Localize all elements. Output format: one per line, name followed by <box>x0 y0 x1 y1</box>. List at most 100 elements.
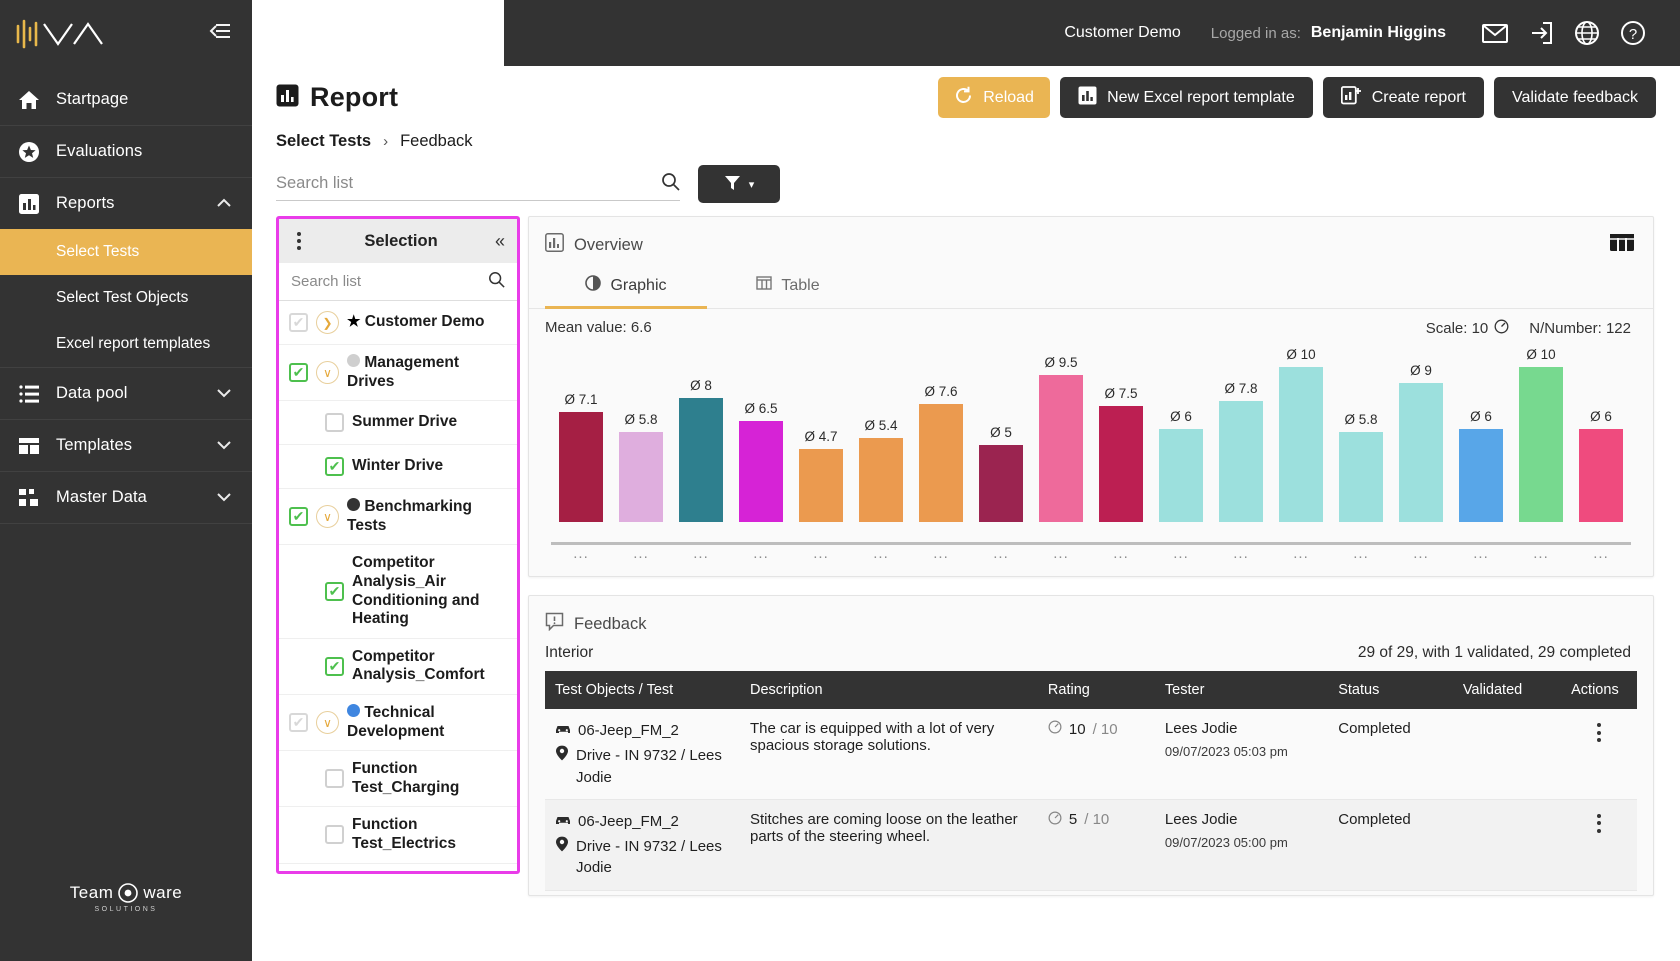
tree-item-checkbox[interactable] <box>325 769 344 789</box>
tree-item[interactable]: ✔ ∨ Benchmarking Tests <box>279 489 517 546</box>
sidebar-item-templates[interactable]: Templates <box>0 420 252 471</box>
chart-bar-column[interactable]: Ø 7.6 <box>911 342 971 522</box>
tree-item-checkbox[interactable]: ✔ <box>325 582 344 602</box>
selection-search-input[interactable] <box>291 273 471 290</box>
chart-bar[interactable] <box>1459 429 1503 522</box>
search-icon[interactable] <box>488 271 505 293</box>
create-report-button[interactable]: Create report <box>1322 77 1484 118</box>
tree-item-checkbox[interactable]: ✔ <box>325 656 344 676</box>
chart-bar[interactable] <box>1579 429 1623 522</box>
sidebar-item-startpage[interactable]: Startpage <box>0 74 252 125</box>
sidebar-item-master-data[interactable]: Master Data <box>0 472 252 523</box>
chart-bar-column[interactable]: Ø 7.1 <box>551 342 611 522</box>
validate-feedback-button[interactable]: Validate feedback <box>1493 77 1656 118</box>
sidebar-item-evaluations[interactable]: Evaluations <box>0 126 252 177</box>
tree-item[interactable]: ✔ ∨ Technical Development <box>279 695 517 752</box>
chart-bar-column[interactable]: Ø 7.5 <box>1091 342 1151 522</box>
table-row[interactable]: 06-Jeep_FM_2Drive - IN 9732 / Lees Jodie… <box>545 799 1637 891</box>
chart-bar[interactable] <box>1279 367 1323 522</box>
search-icon[interactable] <box>661 172 680 196</box>
chart-bar[interactable] <box>1219 401 1263 522</box>
chart-bar[interactable] <box>1339 432 1383 522</box>
chart-bar-column[interactable]: Ø 6.5 <box>731 342 791 522</box>
chart-bar[interactable] <box>1099 405 1143 522</box>
search-box[interactable] <box>276 167 680 201</box>
tester-name: Lees Jodie <box>1164 720 1238 737</box>
chart-bar-column[interactable]: Ø 6 <box>1571 342 1631 522</box>
expand-chevron-down-icon[interactable]: ∨ <box>316 361 339 385</box>
chart-bar[interactable] <box>1399 382 1443 522</box>
breadcrumb-root[interactable]: Select Tests <box>276 132 371 151</box>
chart-bar[interactable] <box>619 432 663 522</box>
chart-bar-column[interactable]: Ø 6 <box>1151 342 1211 522</box>
table-columns-icon[interactable] <box>1609 231 1635 259</box>
globe-icon[interactable] <box>1564 10 1610 56</box>
tree-item-checkbox[interactable] <box>325 825 344 845</box>
tree-item-checkbox[interactable]: ✔ <box>289 507 308 527</box>
chart-bar[interactable] <box>919 404 963 522</box>
reload-button[interactable]: Reload <box>938 77 1051 118</box>
tab-table[interactable]: Table <box>707 265 869 309</box>
chart-bar-column[interactable]: Ø 9.5 <box>1031 342 1091 522</box>
tree-item[interactable]: Function Test_Charging <box>279 751 517 808</box>
chart-bar[interactable] <box>1039 374 1083 522</box>
tree-item-checkbox[interactable]: ✔ <box>325 457 344 477</box>
chart-bar[interactable] <box>739 421 783 522</box>
chart-bar-value-label: Ø 8 <box>690 378 712 393</box>
double-chevron-left-icon[interactable]: « <box>495 231 505 252</box>
more-options-icon[interactable] <box>291 228 307 254</box>
tree-item-checkbox[interactable]: ✔ <box>289 713 308 733</box>
tree-item-checkbox[interactable] <box>325 413 344 433</box>
chart-bar-column[interactable]: Ø 4.7 <box>791 342 851 522</box>
chart-bar-column[interactable]: Ø 5 <box>971 342 1031 522</box>
collapse-sidebar-icon[interactable] <box>208 21 232 46</box>
sidebar-item-select-tests[interactable]: Select Tests <box>0 229 252 275</box>
chart-bar-column[interactable]: Ø 5.4 <box>851 342 911 522</box>
chart-bar[interactable] <box>1159 429 1203 522</box>
chart-x-tick-label: ... <box>1593 545 1609 562</box>
chart-bar-column[interactable]: Ø 5.8 <box>611 342 671 522</box>
tree-item[interactable]: ✔ Winter Drive <box>279 445 517 490</box>
tree-item-checkbox[interactable]: ✔ <box>289 363 308 383</box>
help-icon[interactable]: ? <box>1610 10 1656 56</box>
chart-bar-column[interactable]: Ø 5.8 <box>1331 342 1391 522</box>
new-excel-report-template-button[interactable]: New Excel report template <box>1060 77 1313 118</box>
sidebar-item-select-test-objects[interactable]: Select Test Objects <box>0 275 252 321</box>
tree-item-checkbox[interactable]: ✔ <box>289 313 308 332</box>
chart-bar-column[interactable]: Ø 7.8 <box>1211 342 1271 522</box>
chart-bar-column[interactable]: Ø 9 <box>1391 342 1451 522</box>
search-input[interactable] <box>276 174 616 193</box>
sidebar-item-reports[interactable]: Reports <box>0 178 252 229</box>
chart-bar[interactable] <box>979 444 1023 522</box>
chart-bar-column[interactable]: Ø 8 <box>671 342 731 522</box>
chart-bar[interactable] <box>679 398 723 522</box>
tree-item[interactable]: ✔ Competitor Analysis_Comfort <box>279 639 517 695</box>
tree-item[interactable]: ✔ ∨ Management Drives <box>279 345 517 402</box>
expand-chevron-down-icon[interactable]: ∨ <box>316 711 339 735</box>
tree-item[interactable]: Function Test_Electrics <box>279 807 517 864</box>
row-more-options-icon[interactable] <box>1571 720 1627 742</box>
chart-bars: Ø 7.1 Ø 5.8 Ø 8 Ø 6.5 Ø 4.7 Ø 5.4 Ø 7.6 Ø 5 Ø 9.… <box>551 342 1631 522</box>
sidebar-item-data-pool[interactable]: Data pool <box>0 368 252 419</box>
chart-bar-column[interactable]: Ø 10 <box>1511 342 1571 522</box>
chart-bar[interactable] <box>859 438 903 522</box>
expand-chevron-right-icon[interactable]: ❯ <box>316 311 339 334</box>
table-row[interactable]: 06-Jeep_FM_2Drive - IN 9732 / Lees Jodie… <box>545 709 1637 800</box>
logout-icon[interactable] <box>1518 10 1564 56</box>
tab-graphic[interactable]: Graphic <box>545 265 707 309</box>
filter-button[interactable]: ▾ <box>698 165 780 203</box>
chart-bar-column[interactable]: Ø 6 <box>1451 342 1511 522</box>
tree-item[interactable]: Summer Drive <box>279 401 517 446</box>
tree-item[interactable]: ✔ Competitor Analysis_Air Conditioning an… <box>279 545 517 639</box>
chart-bar[interactable] <box>799 449 843 522</box>
chart-bar[interactable] <box>1519 367 1563 522</box>
table-row[interactable]: 06-Jeep_FM_2Drive - IN 9732 / Lees Jodie… <box>545 890 1637 895</box>
selection-search-box[interactable] <box>279 263 517 301</box>
chart-bar-column[interactable]: Ø 10 <box>1271 342 1331 522</box>
sidebar-item-excel-report-templates[interactable]: Excel report templates <box>0 321 252 367</box>
mail-icon[interactable] <box>1472 10 1518 56</box>
expand-chevron-down-icon[interactable]: ∨ <box>316 505 339 529</box>
chart-bar[interactable] <box>559 411 603 522</box>
row-more-options-icon[interactable] <box>1571 811 1627 833</box>
tree-item[interactable]: ✔ ❯ ★ Customer Demo <box>279 301 517 345</box>
